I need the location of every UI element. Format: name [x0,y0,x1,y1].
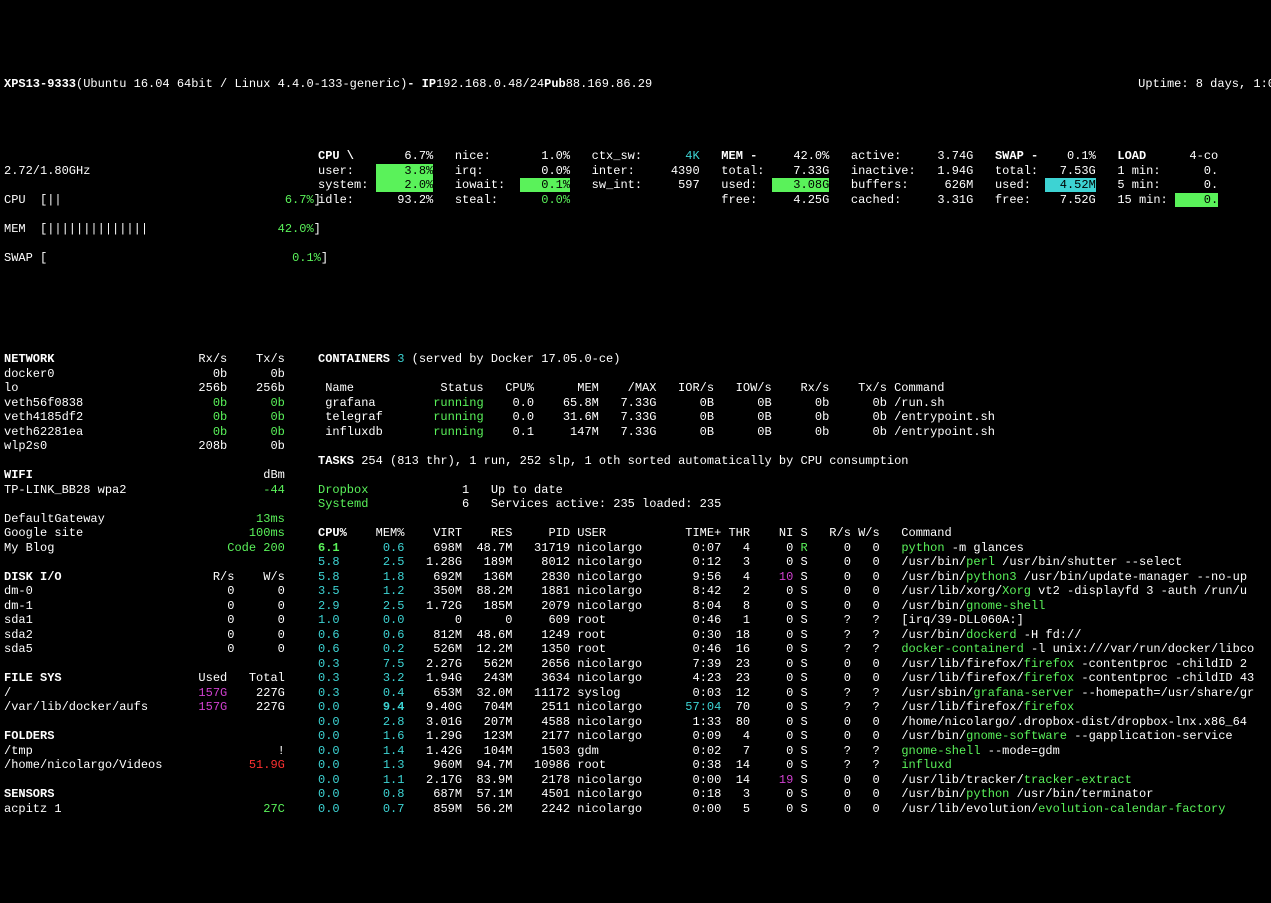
process-row[interactable]: 5.8 1.8 692M 136M 2830 nicolargo 9:56 4 … [318,570,1271,585]
wifi-title: WIFI [4,468,256,482]
process-row[interactable]: 0.0 0.7 859M 56.2M 2242 nicolargo 0:00 5… [318,802,1271,817]
stats-row: 2.72/1.80GHz CPU [|| 6.7%] MEM [||||||||… [4,149,1271,280]
ip-value: 192.168.0.48/24 [436,77,544,92]
process-row[interactable]: 0.0 1.1 2.17G 83.9M 2178 nicolargo 0:00 … [318,773,1271,788]
process-row[interactable]: 3.5 1.2 350M 88.2M 1881 nicolargo 8:42 2… [318,584,1271,599]
process-row[interactable]: 0.0 1.4 1.42G 104M 1503 gdm 0:02 7 0 S ?… [318,744,1271,759]
uptime: Uptime: 8 days, 1:0 [1138,77,1271,92]
process-row[interactable]: 0.3 3.2 1.94G 243M 3634 nicolargo 4:23 2… [318,671,1271,686]
pub-label: Pub [544,77,566,92]
ctx-sw: 4K [649,149,699,163]
process-header: CPU% MEM% VIRT RES PID USER TIME+ THR NI… [318,526,1271,541]
load-title: LOAD [1117,149,1167,163]
process-row[interactable]: 1.0 0.0 0 0 609 root 0:46 1 0 S ? ? [irq… [318,613,1271,628]
process-row[interactable]: 0.6 0.2 526M 12.2M 1350 root 0:46 16 0 S… [318,642,1271,657]
wifi-row: TP-LINK_BB28 wpa2 -44 [4,483,318,498]
folder-row: /home/nicolargo/Videos 51.9G [4,758,318,773]
left-column: NETWORK Rx/s Tx/sdocker0 0b 0blo 256b 25… [4,352,318,816]
disk-row: dm-0 0 0 [4,584,318,599]
network-row: docker0 0b 0b [4,367,318,382]
port-row: Google site 100ms [4,526,318,541]
swap-title: SWAP - [995,149,1045,163]
mem-used: 3.08G [772,178,830,192]
process-row[interactable]: 0.0 0.8 687M 57.1M 4501 nicolargo 0:18 3… [318,787,1271,802]
mem-title: MEM - [721,149,771,163]
folders-title: FOLDERS [4,729,54,743]
cpu-iowait: 0.1% [520,178,570,192]
disk-row: sda1 0 0 [4,613,318,628]
network-row: veth4185df2 0b 0b [4,410,318,425]
process-row[interactable]: 2.9 2.5 1.72G 185M 2079 nicolargo 8:04 8… [318,599,1271,614]
containers-title: CONTAINERS [318,352,390,366]
cpu-bar-pct: 6.7% [285,193,314,207]
load-15: 0. [1175,193,1218,207]
diskio-title: DISK I/O [4,570,198,584]
network-title: NETWORK [4,352,177,366]
sensors-title: SENSORS [4,787,54,801]
process-row[interactable]: 0.0 1.6 1.29G 123M 2177 nicolargo 0:09 4… [318,729,1271,744]
process-row[interactable]: 6.1 0.6 698M 48.7M 31719 nicolargo 0:07 … [318,541,1271,556]
fs-title: FILE SYS [4,671,184,685]
process-row[interactable]: 0.0 2.8 3.01G 207M 4588 nicolargo 1:33 8… [318,715,1271,730]
amp-row: Systemd 6 Services active: 235 loaded: 2… [318,497,1271,512]
cpu-steal: 0.0% [520,193,570,207]
fs-row: /var/lib/docker/aufs 157G 227G [4,700,318,715]
cpu-user: 3.8% [376,164,434,178]
cpu-ghz: 2.72/1.80GHz [4,164,318,179]
cpu-bar: CPU [|| [4,193,285,207]
process-row[interactable]: 0.3 7.5 2.27G 562M 2656 nicolargo 7:39 2… [318,657,1271,672]
right-column: CONTAINERS 3 (served by Docker 17.05.0-c… [318,352,1271,816]
network-row: wlp2s0 208b 0b [4,439,318,454]
hostname: XPS13-9333 [4,77,76,92]
pub-value: 88.169.86.29 [566,77,652,92]
amp-row: Dropbox 1 Up to date [318,483,1271,498]
mem-bar-pct: 42.0% [278,222,314,236]
disk-row: sda5 0 0 [4,642,318,657]
top-stats: CPU \ 6.7% nice: 1.0% ctx_sw: 4K MEM - 4… [318,149,1271,280]
disk-row: sda2 0 0 [4,628,318,643]
mem-bar: MEM [|||||||||||||| [4,222,278,236]
process-row[interactable]: 0.3 0.4 653M 32.0M 11172 syslog 0:03 12 … [318,686,1271,701]
tasks-line: TASKS 254 (813 thr), 1 run, 252 slp, 1 o… [318,454,1271,469]
network-row: veth56f0838 0b 0b [4,396,318,411]
ip-label: - IP [407,77,436,92]
swap-used: 4.52M [1045,178,1095,192]
header-row: XPS13-9333 (Ubuntu 16.04 64bit / Linux 4… [4,77,1271,92]
sensor-row: acpitz 1 27C [4,802,318,817]
port-row: DefaultGateway 13ms [4,512,318,527]
cpu-system: 2.0% [376,178,434,192]
process-row[interactable]: 0.0 1.3 960M 94.7M 10986 root 0:38 14 0 … [318,758,1271,773]
process-row[interactable]: 5.8 2.5 1.28G 189M 8012 nicolargo 0:12 3… [318,555,1271,570]
container-row: influxdb running 0.1 147M 7.33G 0B 0B 0b… [318,425,1271,440]
screen: XPS13-9333 (Ubuntu 16.04 64bit / Linux 4… [4,62,1271,831]
process-row[interactable]: 0.6 0.6 812M 48.6M 1249 root 0:30 18 0 S… [318,628,1271,643]
swap-bar-pct: 0.1% [292,251,321,265]
folder-row: /tmp ! [4,744,318,759]
process-row[interactable]: 0.0 9.4 9.40G 704M 2511 nicolargo 57:04 … [318,700,1271,715]
cpu-title: CPU \ [318,149,376,163]
network-row: lo 256b 256b [4,381,318,396]
fs-row: / 157G 227G [4,686,318,701]
os-info: (Ubuntu 16.04 64bit / Linux 4.4.0-133-ge… [76,77,407,92]
disk-row: dm-1 0 0 [4,599,318,614]
main-row: NETWORK Rx/s Tx/sdocker0 0b 0blo 256b 25… [4,352,1271,816]
container-row: telegraf running 0.0 31.6M 7.33G 0B 0B 0… [318,410,1271,425]
containers-header: Name Status CPU% MEM /MAX IOR/s IOW/s Rx… [318,381,1271,396]
port-row: My Blog Code 200 [4,541,318,556]
network-row: veth62281ea 0b 0b [4,425,318,440]
swap-bar: SWAP [ [4,251,292,265]
container-row: grafana running 0.0 65.8M 7.33G 0B 0B 0b… [318,396,1271,411]
